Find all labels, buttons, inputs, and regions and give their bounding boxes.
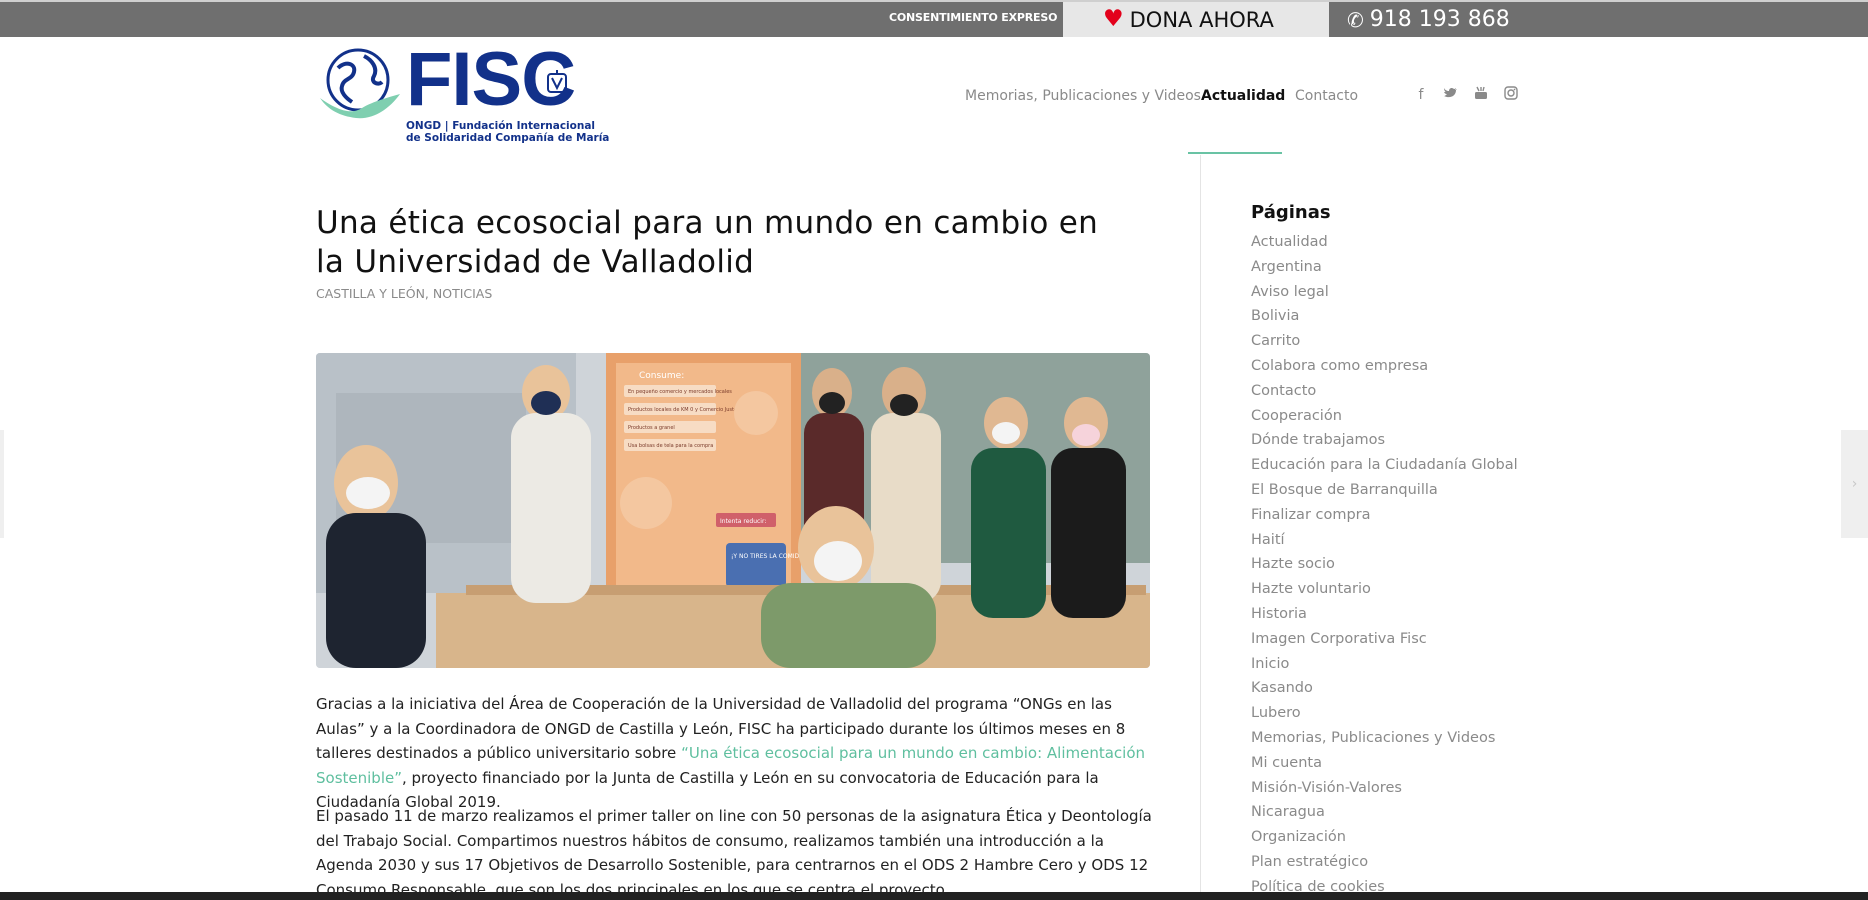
- active-nav-indicator: [1188, 152, 1282, 154]
- article-photo: Consume: En pequeño comercio y mercados …: [316, 353, 1150, 668]
- facebook-icon[interactable]: f: [1412, 86, 1430, 104]
- logo-tagline-1: ONGD | Fundación Internacional: [406, 120, 596, 132]
- sidebar-page-link[interactable]: El Bosque de Barranquilla: [1251, 478, 1518, 503]
- phone-link[interactable]: ✆ 918 193 868: [1347, 2, 1510, 37]
- poster-line-3: Productos a granel: [628, 425, 675, 431]
- sidebar-page-link[interactable]: Cooperación: [1251, 404, 1518, 429]
- phone-number: 918 193 868: [1369, 7, 1510, 32]
- article-categories[interactable]: CASTILLA Y LEÓN, NOTICIAS: [316, 286, 492, 301]
- poster-line-1: En pequeño comercio y mercados locales: [628, 389, 732, 395]
- sidebar-page-link[interactable]: Memorias, Publicaciones y Videos: [1251, 726, 1518, 751]
- consent-link[interactable]: CONSENTIMIENTO EXPRESO: [889, 11, 1057, 24]
- globe-hands-logo-icon: [320, 48, 400, 119]
- poster-heading: Consume:: [639, 371, 684, 381]
- sidebar-page-link[interactable]: Contacto: [1251, 379, 1518, 404]
- sidebar-page-link[interactable]: Haití: [1251, 528, 1518, 553]
- sidebar-page-link[interactable]: Argentina: [1251, 255, 1518, 280]
- sidebar-page-link[interactable]: Misión-Visión-Valores: [1251, 776, 1518, 801]
- sidebar-page-link[interactable]: Mi cuenta: [1251, 751, 1518, 776]
- sidebar-page-link[interactable]: Aviso legal: [1251, 280, 1518, 305]
- twitter-icon[interactable]: [1442, 86, 1460, 104]
- sidebar-title: Páginas: [1251, 202, 1331, 223]
- sidebar-divider: [1200, 155, 1201, 900]
- youtube-icon[interactable]: [1472, 86, 1490, 104]
- sidebar-page-link[interactable]: Hazte socio: [1251, 552, 1518, 577]
- heart-icon: ♥: [1103, 6, 1124, 32]
- sidebar-page-link[interactable]: Lubero: [1251, 701, 1518, 726]
- prev-post-tab[interactable]: [0, 430, 4, 538]
- chevron-right-icon: ›: [1851, 476, 1858, 492]
- seal-icon: [547, 70, 567, 93]
- donate-label: DONA AHORA: [1129, 7, 1274, 32]
- article-title: Una ética ecosocial para un mundo en cam…: [316, 205, 1099, 280]
- nav-actualidad[interactable]: Actualidad: [1201, 88, 1285, 104]
- phone-icon: ✆: [1347, 7, 1364, 32]
- sidebar-page-link[interactable]: Dónde trabajamos: [1251, 428, 1518, 453]
- sidebar-page-link[interactable]: Imagen Corporativa Fisc: [1251, 627, 1518, 652]
- bottom-bar: [0, 892, 1868, 900]
- poster-reduce: Intenta reducir:: [720, 518, 766, 525]
- poster-line-4: Usa bolsas de tela para la compra: [628, 443, 713, 449]
- logo-tagline-2: de Solidaridad Compañía de María: [406, 132, 610, 144]
- sidebar-pages-list: Actualidad Argentina Aviso legal Bolivia Car…: [1251, 230, 1518, 900]
- sidebar-page-link[interactable]: Finalizar compra: [1251, 503, 1518, 528]
- sidebar-page-link[interactable]: Nicaragua: [1251, 800, 1518, 825]
- nav-memorias[interactable]: Memorias, Publicaciones y Videos: [965, 88, 1201, 104]
- sidebar-page-link[interactable]: Bolivia: [1251, 304, 1518, 329]
- poster-badge: ¡Y NO TIRES LA COMIDA!: [731, 553, 806, 560]
- sidebar-page-link[interactable]: Actualidad: [1251, 230, 1518, 255]
- sidebar-page-link[interactable]: Colabora como empresa: [1251, 354, 1518, 379]
- article-paragraph-2: El pasado 11 de marzo realizamos el prim…: [316, 807, 1152, 899]
- sidebar-page-link[interactable]: Carrito: [1251, 329, 1518, 354]
- sidebar-page-link[interactable]: Kasando: [1251, 676, 1518, 701]
- instagram-icon[interactable]: [1502, 86, 1520, 104]
- sidebar-page-link[interactable]: Hazte voluntario: [1251, 577, 1518, 602]
- donate-button[interactable]: ♥ DONA AHORA: [1063, 2, 1329, 37]
- sidebar-page-link[interactable]: Inicio: [1251, 652, 1518, 677]
- next-post-tab[interactable]: ›: [1841, 430, 1868, 538]
- sidebar-page-link[interactable]: Educación para la Ciudadanía Global: [1251, 453, 1518, 478]
- sidebar-page-link[interactable]: Historia: [1251, 602, 1518, 627]
- sidebar-page-link[interactable]: Organización: [1251, 825, 1518, 850]
- sidebar-page-link[interactable]: Plan estratégico: [1251, 850, 1518, 875]
- article-paragraph-1: Gracias a la iniciativa del Área de Coop…: [316, 692, 1156, 815]
- nav-contacto[interactable]: Contacto: [1295, 88, 1358, 104]
- site-logo[interactable]: FISC ONGD | Fundación Internacional de S…: [316, 42, 609, 146]
- top-bar: CONSENTIMIENTO EXPRESO ♥ DONA AHORA ✆ 91…: [0, 0, 1868, 37]
- poster-line-2: Productos locales de KM 0 y Comercio Jus…: [628, 407, 737, 413]
